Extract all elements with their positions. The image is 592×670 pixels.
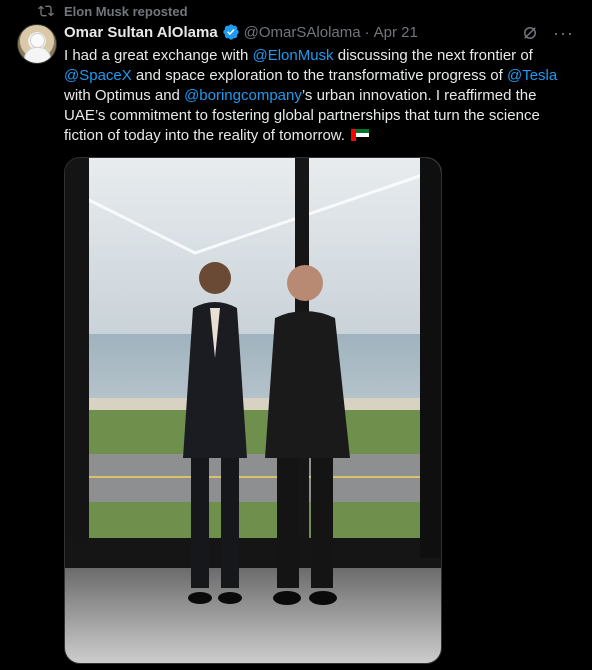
verified-badge-icon[interactable] <box>222 23 240 41</box>
header-separator: · <box>364 23 370 41</box>
uae-flag-icon <box>351 129 370 141</box>
mention-tesla[interactable]: @Tesla <box>507 67 557 84</box>
tweet[interactable]: Elon Musk reposted Omar Sultan AlOlama @… <box>0 0 592 670</box>
author-handle[interactable]: @OmarSAlolama <box>244 24 361 41</box>
mention-spacex[interactable]: @SpaceX <box>64 67 132 84</box>
repost-icon <box>38 3 54 19</box>
photo-image <box>65 158 441 663</box>
grok-icon[interactable] <box>521 24 539 42</box>
tweet-photo[interactable] <box>64 157 442 664</box>
tweet-header: Omar Sultan AlOlama @OmarSAlolama · Apr … <box>64 23 418 41</box>
tweet-text: I had a great exchange with @ElonMusk di… <box>64 47 558 144</box>
more-options-icon[interactable]: ··· <box>553 24 574 42</box>
display-name[interactable]: Omar Sultan AlOlama <box>64 24 218 41</box>
avatar[interactable] <box>17 24 57 64</box>
repost-label: Elon Musk reposted <box>64 3 188 19</box>
mention-boringcompany[interactable]: @boringcompany <box>184 87 302 104</box>
tweet-top-actions: ··· <box>521 24 574 42</box>
tweet-date[interactable]: Apr 21 <box>374 24 418 41</box>
repost-indicator[interactable]: Elon Musk reposted <box>38 3 188 19</box>
mention-elonmusk[interactable]: @ElonMusk <box>252 47 333 64</box>
